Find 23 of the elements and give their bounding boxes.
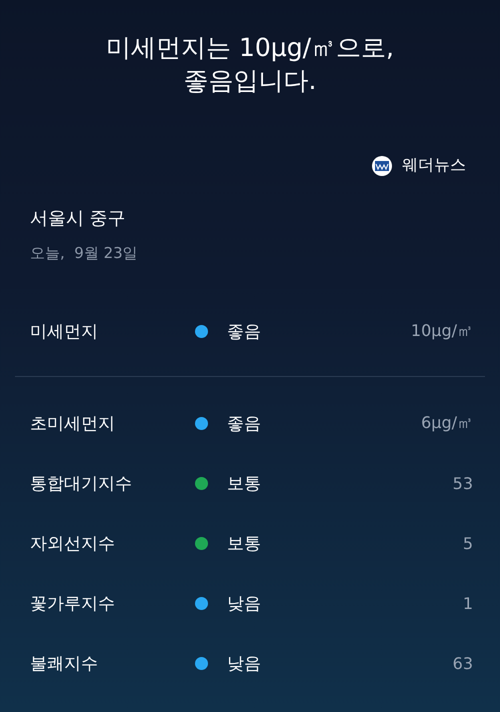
index-status: 좋음 (227, 320, 262, 342)
index-value: 10μg/㎥ (410, 320, 473, 342)
index-value: 5 (462, 534, 473, 552)
index-name: 자외선지수 (30, 532, 116, 554)
index-status: 낮음 (227, 592, 262, 614)
location-name: 서울시 중구 (30, 207, 127, 230)
index-value: 63 (452, 654, 473, 672)
index-name: 통합대기지수 (30, 472, 133, 494)
index-status: 보통 (227, 532, 262, 554)
headline: 좋음입니다. (184, 65, 316, 97)
index-value: 6μg/㎥ (421, 412, 473, 434)
index-status: 보통 (227, 472, 262, 494)
source-name: 웨더뉴스 (402, 155, 466, 176)
index-name: 초미세먼지 (30, 412, 116, 434)
date-text: 오늘, 9월 23일 (30, 244, 139, 263)
index-name: 불쾌지수 (30, 652, 99, 674)
index-name: 미세먼지 (30, 320, 99, 342)
index-value: 53 (452, 474, 473, 492)
headline: 미세먼지는 10μg/㎥으로, (106, 32, 394, 64)
index-status: 좋음 (227, 412, 262, 434)
index-value: 1 (462, 594, 473, 612)
index-name: 꽃가루지수 (30, 592, 116, 614)
index-status: 낮음 (227, 652, 262, 674)
